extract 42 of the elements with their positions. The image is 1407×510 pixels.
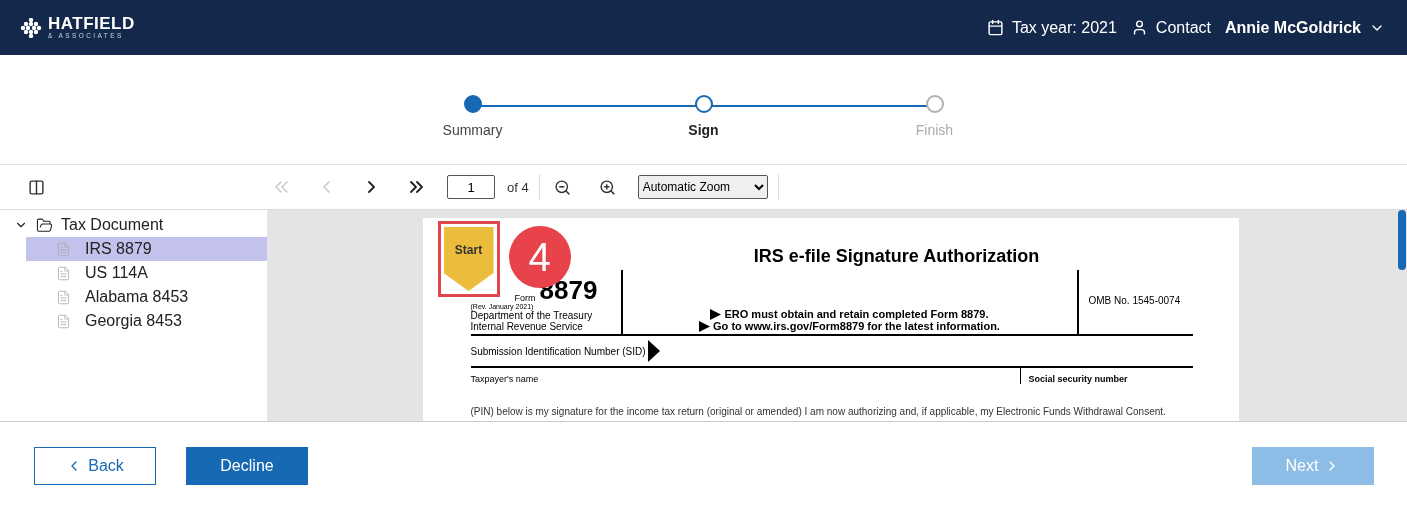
decline-button[interactable]: Decline <box>186 447 308 485</box>
tax-year: Tax year: 2021 <box>1011 18 1117 37</box>
step-label: Finish <box>915 122 954 138</box>
tree-item[interactable]: US 114A <box>26 261 267 285</box>
logo-name: HATFIELD <box>48 15 135 33</box>
department-line: Department of the Treasury <box>470 310 594 321</box>
zoom-select[interactable]: Automatic Zoom <box>637 175 768 199</box>
pdf-file-icon <box>56 241 71 257</box>
sidebar-icon <box>28 178 45 196</box>
consent-text: (PIN) below is my signature for the income tax return (original or amended) I am now authorizing and, if applicable, my Electronic Funds Withdrawal Consent. <box>470 406 1167 417</box>
contact-link[interactable]: Contact <box>1155 18 1211 37</box>
sid-label: Submission Identification Number (SID) <box>470 345 646 357</box>
zoom-in-icon <box>598 178 616 196</box>
department-line: Internal Revenue Service <box>470 321 583 332</box>
ssn-label: Social security number <box>1028 374 1128 384</box>
pdf-file-icon <box>56 265 71 281</box>
tree-item[interactable]: Alabama 8453 <box>26 285 267 309</box>
page-number-field[interactable]: 1 <box>447 175 495 199</box>
triangle-icon <box>710 308 722 320</box>
triangle-icon <box>699 320 711 332</box>
taxpayer-label: Taxpayer's name <box>470 374 539 384</box>
tree-item[interactable]: IRS 8879 <box>26 237 267 261</box>
user-name[interactable]: Annie McGoldrick <box>1224 18 1361 37</box>
folder-icon <box>36 216 53 234</box>
pdf-file-icon <box>56 289 71 305</box>
step-label: Summary <box>442 122 503 138</box>
form-label: Form <box>514 293 536 303</box>
logo-icon <box>20 17 42 38</box>
scrollbar-thumb[interactable] <box>1398 210 1406 270</box>
instruction-line: ERO must obtain and retain completed Form 8879. <box>724 308 989 320</box>
triangle-icon <box>647 340 660 362</box>
tree-item[interactable]: Georgia 8453 <box>26 309 267 333</box>
folder-label[interactable]: Tax Document <box>61 216 164 234</box>
omb-number: OMB No. 1545-0074 <box>1088 295 1181 306</box>
calendar-icon <box>986 19 1004 36</box>
page-count: of 4 <box>507 179 529 195</box>
zoom-out-icon <box>553 178 571 196</box>
document-title: IRS e-file Signature Authorization <box>753 246 1040 268</box>
pdf-file-icon <box>56 313 71 329</box>
step-label: Sign <box>688 122 719 138</box>
back-button[interactable]: Back <box>34 447 156 485</box>
instruction-line: Go to www.irs.gov/Form8879 for the latest information. <box>713 320 1000 332</box>
